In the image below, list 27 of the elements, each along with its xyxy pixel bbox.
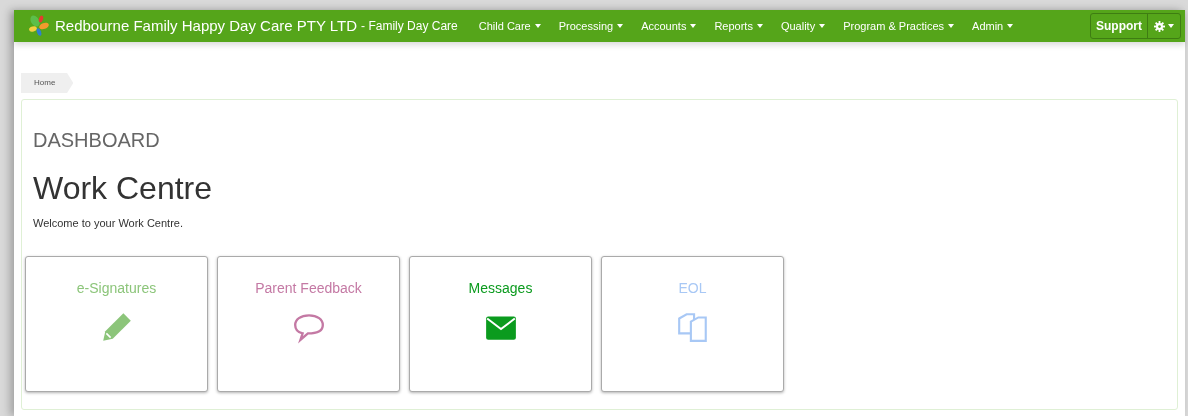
caret-icon — [1168, 24, 1174, 28]
welcome-text: Welcome to your Work Centre. — [33, 216, 184, 231]
nav-menu[interactable]: Program & Practices — [834, 10, 964, 42]
dashboard-tile[interactable]: Messages — [409, 255, 592, 392]
dashboard-tile[interactable]: Parent Feedback — [217, 255, 400, 392]
caret-icon — [1007, 24, 1014, 28]
brand-name[interactable]: Redbourne Family Happy Day Care PTY LTD — [55, 14, 358, 38]
settings-icon — [1154, 20, 1165, 32]
nav-menu[interactable]: Accounts — [632, 10, 706, 42]
caret-icon — [948, 24, 955, 28]
nav-menu[interactable]: Child Care — [469, 10, 550, 42]
section-heading: DASHBOARD — [33, 128, 161, 152]
nav-menu[interactable]: Quality — [771, 10, 835, 42]
dashboard-tile[interactable]: e-Signatures — [25, 255, 208, 392]
brand-subtitle: - Family Day Care — [361, 18, 458, 35]
nav-menu[interactable]: Admin — [963, 10, 1023, 42]
caret-icon — [819, 24, 826, 28]
page-title: Work Centre — [33, 170, 213, 206]
caret-icon — [690, 24, 697, 28]
nav-menu[interactable]: Reports — [705, 10, 772, 42]
nav-menu[interactable]: Processing — [549, 10, 633, 42]
caret-icon — [534, 24, 541, 28]
flower-logo-icon — [28, 15, 50, 37]
dashboard-tile[interactable]: EOL — [601, 255, 784, 392]
caret-icon — [756, 24, 763, 28]
breadcrumb-link[interactable]: Home — [21, 73, 74, 93]
caret-icon — [617, 24, 624, 28]
